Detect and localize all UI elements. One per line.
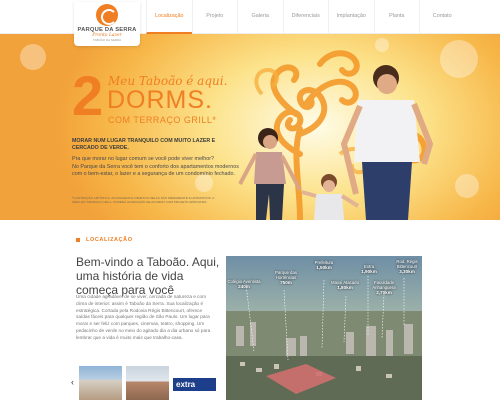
hero-headline: MORAR NUM LUGAR TRANQUILO COM MUITO LAZE… <box>72 138 216 151</box>
map-label-prefeitura: Prefeitura 1,50km <box>314 260 334 271</box>
hero-text: Pra que morar no lugar comum se você pod… <box>72 156 242 179</box>
map-label-colegio: Colégio Aventista 240m <box>227 279 261 290</box>
gallery-thumb-street[interactable] <box>79 366 122 400</box>
hero-question: Pra que morar no lugar comum se você pod… <box>72 156 215 162</box>
extra-sign: extra <box>173 378 216 391</box>
map-label-parque: Parque das Hortênsias 750m <box>275 270 297 286</box>
aerial-city-image <box>226 256 422 400</box>
nav-item-galeria[interactable]: Galeria <box>237 0 283 34</box>
aerial-location-map: Colégio Aventista 240m Parque das Hortêns… <box>226 256 422 400</box>
hero-description: No Parque da Serra você tem o conforto d… <box>72 163 239 178</box>
hero-illustration <box>238 50 434 220</box>
main-nav: Localização Projeto Galeria Diferenciais… <box>146 0 465 34</box>
nav-item-diferenciais[interactable]: Diferenciais <box>282 0 329 34</box>
carousel-prev-arrow-icon[interactable]: ‹ <box>68 376 77 388</box>
nav-item-implantacao[interactable]: Implantação <box>328 0 374 34</box>
logo[interactable]: PARQUE DA SERRA Pronto Lazer TABOÃO DA S… <box>74 2 140 46</box>
map-label-extra: Extra 1,90km <box>361 264 377 275</box>
section-label-text: LOCALIZAÇÃO <box>86 237 133 243</box>
hero-dorms: DORMS. <box>107 86 213 114</box>
nav-item-contato[interactable]: Contato <box>419 0 465 34</box>
hero-terraco: COM TERRAÇO GRILL* <box>108 115 217 125</box>
map-label-faculdade: Faculdade Anhanguera 2,70km <box>372 280 396 296</box>
nav-item-planta[interactable]: Planta <box>373 0 420 34</box>
logo-swirl-icon <box>96 4 118 26</box>
page: Localização Projeto Galeria Diferenciais… <box>0 0 500 400</box>
map-label-rodovia: Rod. Régis Bittencourt 3,30km <box>396 259 418 275</box>
gallery-thumb-building[interactable] <box>126 366 169 400</box>
boy-figure-icon <box>301 174 360 220</box>
location-body: Uma cidade agradável de se viver, cercad… <box>76 294 211 340</box>
logo-subtitle: TABOÃO DA SERRA <box>92 38 122 42</box>
hero-legal-note: *ILUSTRAÇÃO ARTÍSTICA. AS IMAGENS E OBJE… <box>72 196 215 205</box>
hero-big-number: 2 <box>72 64 103 127</box>
woman-figure-icon <box>238 128 302 220</box>
location-title: Bem-vindo a Taboão. Aqui, uma história d… <box>76 255 220 297</box>
bullet-icon <box>76 238 80 242</box>
map-label-maxxi: Maxxi Atacado 1,80km <box>331 280 359 291</box>
gallery-thumb-extra[interactable]: extra <box>173 366 216 400</box>
section-label: LOCALIZAÇÃO <box>76 237 133 243</box>
nav-item-projeto[interactable]: Projeto <box>191 0 238 34</box>
nav-item-localizacao[interactable]: Localização <box>146 0 192 34</box>
hero-banner: 2 Meu Taboão é aqui. DORMS. COM TERRAÇO … <box>0 34 500 220</box>
